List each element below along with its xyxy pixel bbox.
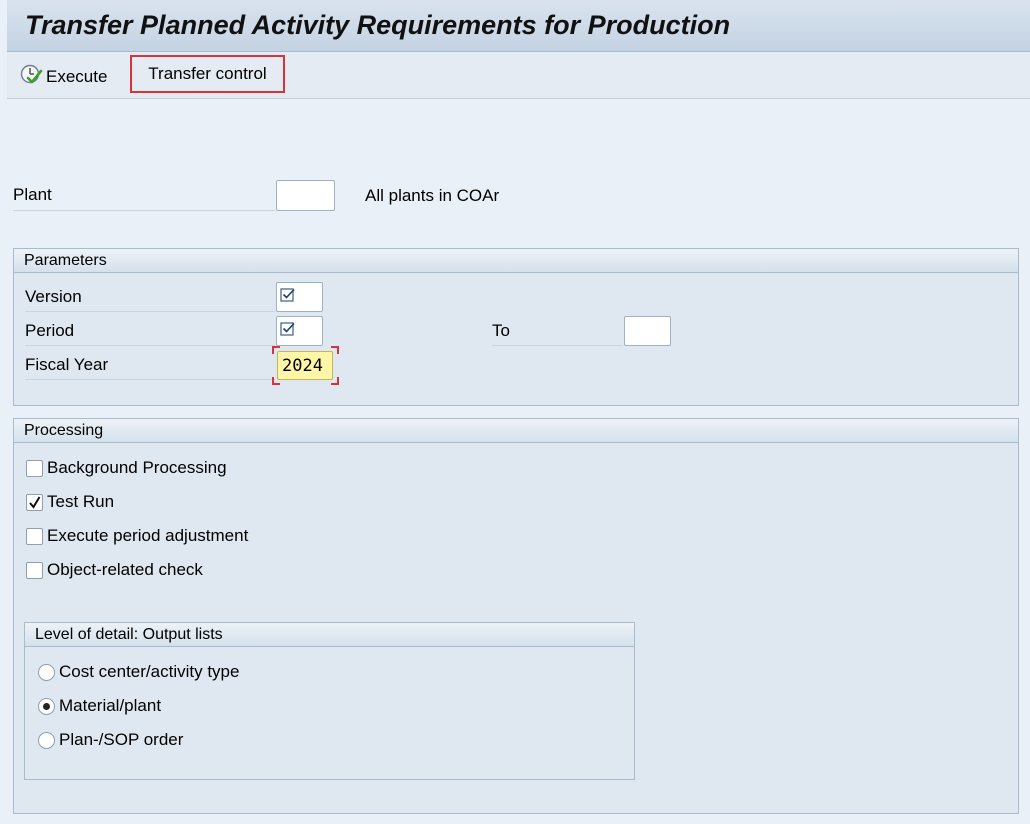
checkbox-box[interactable]: [26, 527, 43, 545]
to-label-text: To: [492, 321, 510, 340]
version-label-text: Version: [25, 287, 82, 306]
checkbox-label: Object-related check: [47, 560, 203, 579]
fiscal-year-label-text: Fiscal Year: [25, 355, 109, 374]
plant-label-text: Plant: [13, 185, 52, 204]
fiscal-year-label: Fiscal Year: [25, 355, 275, 380]
radio-label: Material/plant: [59, 696, 162, 715]
checkmark-icon: [28, 495, 42, 515]
version-input[interactable]: [276, 282, 323, 312]
radio-button[interactable]: [38, 731, 55, 749]
transfer-control-button[interactable]: Transfer control: [130, 55, 285, 93]
radio-label: Plan-/SOP order: [59, 730, 184, 749]
period-label-text: Period: [25, 321, 75, 340]
checkbox-label: Execute period adjustment: [47, 526, 249, 545]
period-to-input[interactable]: [624, 316, 671, 346]
test-run-checkbox[interactable]: Test Run: [26, 492, 114, 512]
execute-period-adjustment-checkbox[interactable]: Execute period adjustment: [26, 526, 248, 546]
execute-label: Execute: [46, 66, 108, 86]
execute-icon: [19, 62, 43, 91]
checkmark-edit-icon: [280, 287, 296, 308]
radio-button[interactable]: [38, 697, 55, 715]
plant-hint: All plants in COAr: [365, 186, 500, 205]
fiscal-year-value: 2024: [282, 356, 323, 376]
checkbox-box[interactable]: [26, 459, 43, 477]
radio-plan-sop-order[interactable]: Plan-/SOP order: [38, 730, 183, 750]
period-to-label: To: [492, 321, 622, 346]
fiscal-year-input[interactable]: 2024: [277, 351, 333, 380]
level-of-detail-title: Level of detail: Output lists: [25, 623, 634, 647]
plant-label: Plant: [13, 185, 275, 211]
radio-cost-center[interactable]: Cost center/activity type: [38, 662, 239, 682]
period-from-input[interactable]: [276, 316, 323, 346]
parameters-title: Parameters: [14, 249, 1018, 273]
title-bar: Transfer Planned Activity Requirements f…: [7, 0, 1030, 52]
processing-title: Processing: [14, 419, 1018, 443]
checkmark-edit-icon: [280, 321, 296, 342]
checkbox-label: Background Processing: [47, 458, 227, 477]
toolbar: Execute Transfer control: [7, 52, 1030, 99]
object-related-check-checkbox[interactable]: Object-related check: [26, 560, 203, 580]
transfer-control-label: Transfer control: [148, 64, 267, 83]
checkbox-label: Test Run: [47, 492, 115, 511]
radio-material-plant[interactable]: Material/plant: [38, 696, 161, 716]
plant-input[interactable]: [276, 180, 335, 211]
period-label: Period: [25, 321, 275, 346]
radio-label: Cost center/activity type: [59, 662, 240, 681]
version-label: Version: [25, 287, 275, 312]
background-processing-checkbox[interactable]: Background Processing: [26, 458, 227, 478]
radio-button[interactable]: [38, 663, 55, 681]
checkbox-box[interactable]: [26, 561, 43, 579]
checkbox-box[interactable]: [26, 493, 43, 511]
execute-button[interactable]: Execute: [19, 62, 107, 91]
page-title: Transfer Planned Activity Requirements f…: [25, 10, 731, 40]
